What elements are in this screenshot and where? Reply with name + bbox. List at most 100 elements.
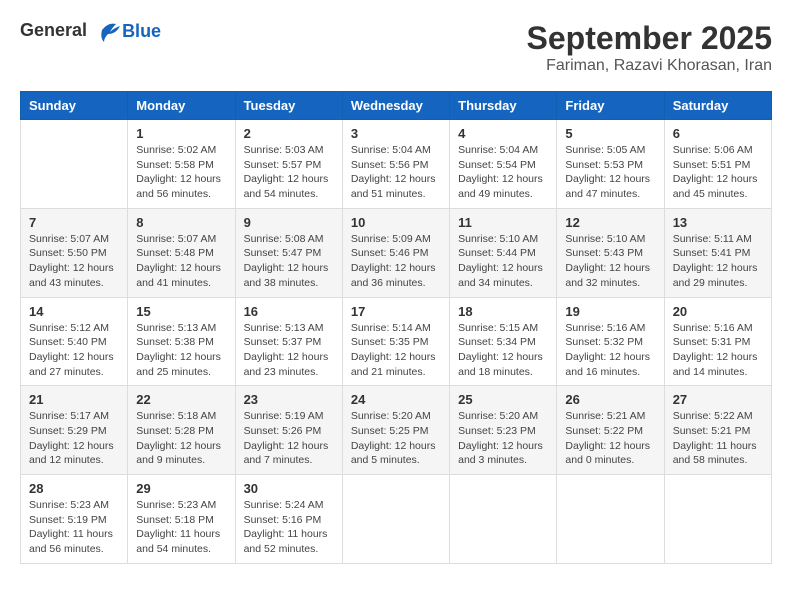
- day-info: Sunrise: 5:03 AM Sunset: 5:57 PM Dayligh…: [244, 143, 334, 202]
- day-number: 13: [673, 215, 763, 230]
- day-info: Sunrise: 5:13 AM Sunset: 5:37 PM Dayligh…: [244, 321, 334, 380]
- day-number: 29: [136, 481, 226, 496]
- calendar-cell: 21 Sunrise: 5:17 AM Sunset: 5:29 PM Dayli…: [21, 386, 128, 475]
- calendar-cell: 20 Sunrise: 5:16 AM Sunset: 5:31 PM Dayli…: [664, 297, 771, 386]
- day-number: 11: [458, 215, 548, 230]
- day-info: Sunrise: 5:24 AM Sunset: 5:16 PM Dayligh…: [244, 498, 334, 557]
- calendar-cell: 12 Sunrise: 5:10 AM Sunset: 5:43 PM Dayli…: [557, 208, 664, 297]
- day-number: 6: [673, 126, 763, 141]
- calendar-week-row: 7 Sunrise: 5:07 AM Sunset: 5:50 PM Daylig…: [21, 208, 772, 297]
- day-info: Sunrise: 5:19 AM Sunset: 5:26 PM Dayligh…: [244, 409, 334, 468]
- day-header-thursday: Thursday: [450, 92, 557, 120]
- calendar-cell: 11Sunrise: 5:10 AM Sunset: 5:44 PM Dayli…: [450, 208, 557, 297]
- day-number: 21: [29, 392, 119, 407]
- day-info: Sunrise: 5:12 AM Sunset: 5:40 PM Dayligh…: [29, 321, 119, 380]
- logo-bird-icon: [94, 20, 120, 42]
- day-info: Sunrise: 5:13 AM Sunset: 5:38 PM Dayligh…: [136, 321, 226, 380]
- day-info: Sunrise: 5:04 AM Sunset: 5:56 PM Dayligh…: [351, 143, 441, 202]
- day-number: 18: [458, 304, 548, 319]
- calendar-cell: 1Sunrise: 5:02 AM Sunset: 5:58 PM Daylig…: [128, 120, 235, 209]
- calendar-cell: 19 Sunrise: 5:16 AM Sunset: 5:32 PM Dayli…: [557, 297, 664, 386]
- day-number: 1: [136, 126, 226, 141]
- calendar-header-row: SundayMondayTuesdayWednesdayThursdayFrid…: [21, 92, 772, 120]
- day-number: 2: [244, 126, 334, 141]
- calendar-cell: [21, 120, 128, 209]
- calendar-cell: 29Sunrise: 5:23 AM Sunset: 5:18 PM Dayli…: [128, 475, 235, 564]
- calendar-cell: 22 Sunrise: 5:18 AM Sunset: 5:28 PM Dayli…: [128, 386, 235, 475]
- day-number: 30: [244, 481, 334, 496]
- calendar-cell: 18 Sunrise: 5:15 AM Sunset: 5:34 PM Dayli…: [450, 297, 557, 386]
- day-header-sunday: Sunday: [21, 92, 128, 120]
- calendar-week-row: 21 Sunrise: 5:17 AM Sunset: 5:29 PM Dayli…: [21, 386, 772, 475]
- location-title: Fariman, Razavi Khorasan, Iran: [527, 57, 772, 75]
- day-number: 22: [136, 392, 226, 407]
- day-number: 14: [29, 304, 119, 319]
- day-number: 15: [136, 304, 226, 319]
- month-title: September 2025: [527, 20, 772, 57]
- day-number: 10: [351, 215, 441, 230]
- day-header-tuesday: Tuesday: [235, 92, 342, 120]
- day-info: Sunrise: 5:17 AM Sunset: 5:29 PM Dayligh…: [29, 409, 119, 468]
- calendar-cell: 6 Sunrise: 5:06 AM Sunset: 5:51 PM Daylig…: [664, 120, 771, 209]
- day-info: Sunrise: 5:11 AM Sunset: 5:41 PM Dayligh…: [673, 232, 763, 291]
- calendar-cell: 24Sunrise: 5:20 AM Sunset: 5:25 PM Dayli…: [342, 386, 449, 475]
- day-number: 17: [351, 304, 441, 319]
- day-info: Sunrise: 5:06 AM Sunset: 5:51 PM Dayligh…: [673, 143, 763, 202]
- day-info: Sunrise: 5:16 AM Sunset: 5:32 PM Dayligh…: [565, 321, 655, 380]
- calendar-table: SundayMondayTuesdayWednesdayThursdayFrid…: [20, 91, 772, 564]
- calendar-cell: 28Sunrise: 5:23 AM Sunset: 5:19 PM Dayli…: [21, 475, 128, 564]
- day-number: 8: [136, 215, 226, 230]
- calendar-cell: 23 Sunrise: 5:19 AM Sunset: 5:26 PM Dayli…: [235, 386, 342, 475]
- calendar-cell: [557, 475, 664, 564]
- day-info: Sunrise: 5:16 AM Sunset: 5:31 PM Dayligh…: [673, 321, 763, 380]
- day-info: Sunrise: 5:05 AM Sunset: 5:53 PM Dayligh…: [565, 143, 655, 202]
- day-number: 12: [565, 215, 655, 230]
- calendar-week-row: 28Sunrise: 5:23 AM Sunset: 5:19 PM Dayli…: [21, 475, 772, 564]
- day-header-friday: Friday: [557, 92, 664, 120]
- title-block: September 2025 Fariman, Razavi Khorasan,…: [527, 20, 772, 75]
- day-number: 28: [29, 481, 119, 496]
- day-number: 27: [673, 392, 763, 407]
- day-number: 20: [673, 304, 763, 319]
- calendar-cell: 14 Sunrise: 5:12 AM Sunset: 5:40 PM Dayli…: [21, 297, 128, 386]
- calendar-cell: 30 Sunrise: 5:24 AM Sunset: 5:16 PM Dayli…: [235, 475, 342, 564]
- day-number: 26: [565, 392, 655, 407]
- day-info: Sunrise: 5:22 AM Sunset: 5:21 PM Dayligh…: [673, 409, 763, 468]
- day-number: 7: [29, 215, 119, 230]
- day-info: Sunrise: 5:21 AM Sunset: 5:22 PM Dayligh…: [565, 409, 655, 468]
- day-info: Sunrise: 5:04 AM Sunset: 5:54 PM Dayligh…: [458, 143, 548, 202]
- calendar-cell: 3Sunrise: 5:04 AM Sunset: 5:56 PM Daylig…: [342, 120, 449, 209]
- calendar-cell: 2 Sunrise: 5:03 AM Sunset: 5:57 PM Daylig…: [235, 120, 342, 209]
- calendar-week-row: 14 Sunrise: 5:12 AM Sunset: 5:40 PM Dayli…: [21, 297, 772, 386]
- calendar-cell: [342, 475, 449, 564]
- calendar-cell: 27 Sunrise: 5:22 AM Sunset: 5:21 PM Dayli…: [664, 386, 771, 475]
- day-info: Sunrise: 5:07 AM Sunset: 5:48 PM Dayligh…: [136, 232, 226, 291]
- day-header-wednesday: Wednesday: [342, 92, 449, 120]
- calendar-cell: 13 Sunrise: 5:11 AM Sunset: 5:41 PM Dayli…: [664, 208, 771, 297]
- calendar-cell: 8 Sunrise: 5:07 AM Sunset: 5:48 PM Daylig…: [128, 208, 235, 297]
- calendar-cell: 16 Sunrise: 5:13 AM Sunset: 5:37 PM Dayli…: [235, 297, 342, 386]
- day-info: Sunrise: 5:18 AM Sunset: 5:28 PM Dayligh…: [136, 409, 226, 468]
- day-number: 16: [244, 304, 334, 319]
- page-header: General Blue September 2025 Fariman, Raz…: [20, 20, 772, 75]
- logo-text-general: General: [20, 20, 87, 40]
- calendar-cell: 25Sunrise: 5:20 AM Sunset: 5:23 PM Dayli…: [450, 386, 557, 475]
- calendar-cell: [664, 475, 771, 564]
- logo-text-blue: Blue: [122, 21, 161, 42]
- day-info: Sunrise: 5:07 AM Sunset: 5:50 PM Dayligh…: [29, 232, 119, 291]
- calendar-week-row: 1Sunrise: 5:02 AM Sunset: 5:58 PM Daylig…: [21, 120, 772, 209]
- calendar-cell: 17Sunrise: 5:14 AM Sunset: 5:35 PM Dayli…: [342, 297, 449, 386]
- calendar-cell: 4 Sunrise: 5:04 AM Sunset: 5:54 PM Daylig…: [450, 120, 557, 209]
- day-info: Sunrise: 5:08 AM Sunset: 5:47 PM Dayligh…: [244, 232, 334, 291]
- day-info: Sunrise: 5:20 AM Sunset: 5:23 PM Dayligh…: [458, 409, 548, 468]
- day-info: Sunrise: 5:10 AM Sunset: 5:43 PM Dayligh…: [565, 232, 655, 291]
- day-number: 19: [565, 304, 655, 319]
- day-number: 4: [458, 126, 548, 141]
- logo: General Blue: [20, 20, 161, 42]
- day-number: 23: [244, 392, 334, 407]
- calendar-cell: 10Sunrise: 5:09 AM Sunset: 5:46 PM Dayli…: [342, 208, 449, 297]
- calendar-cell: 5 Sunrise: 5:05 AM Sunset: 5:53 PM Daylig…: [557, 120, 664, 209]
- day-header-monday: Monday: [128, 92, 235, 120]
- day-number: 5: [565, 126, 655, 141]
- day-info: Sunrise: 5:15 AM Sunset: 5:34 PM Dayligh…: [458, 321, 548, 380]
